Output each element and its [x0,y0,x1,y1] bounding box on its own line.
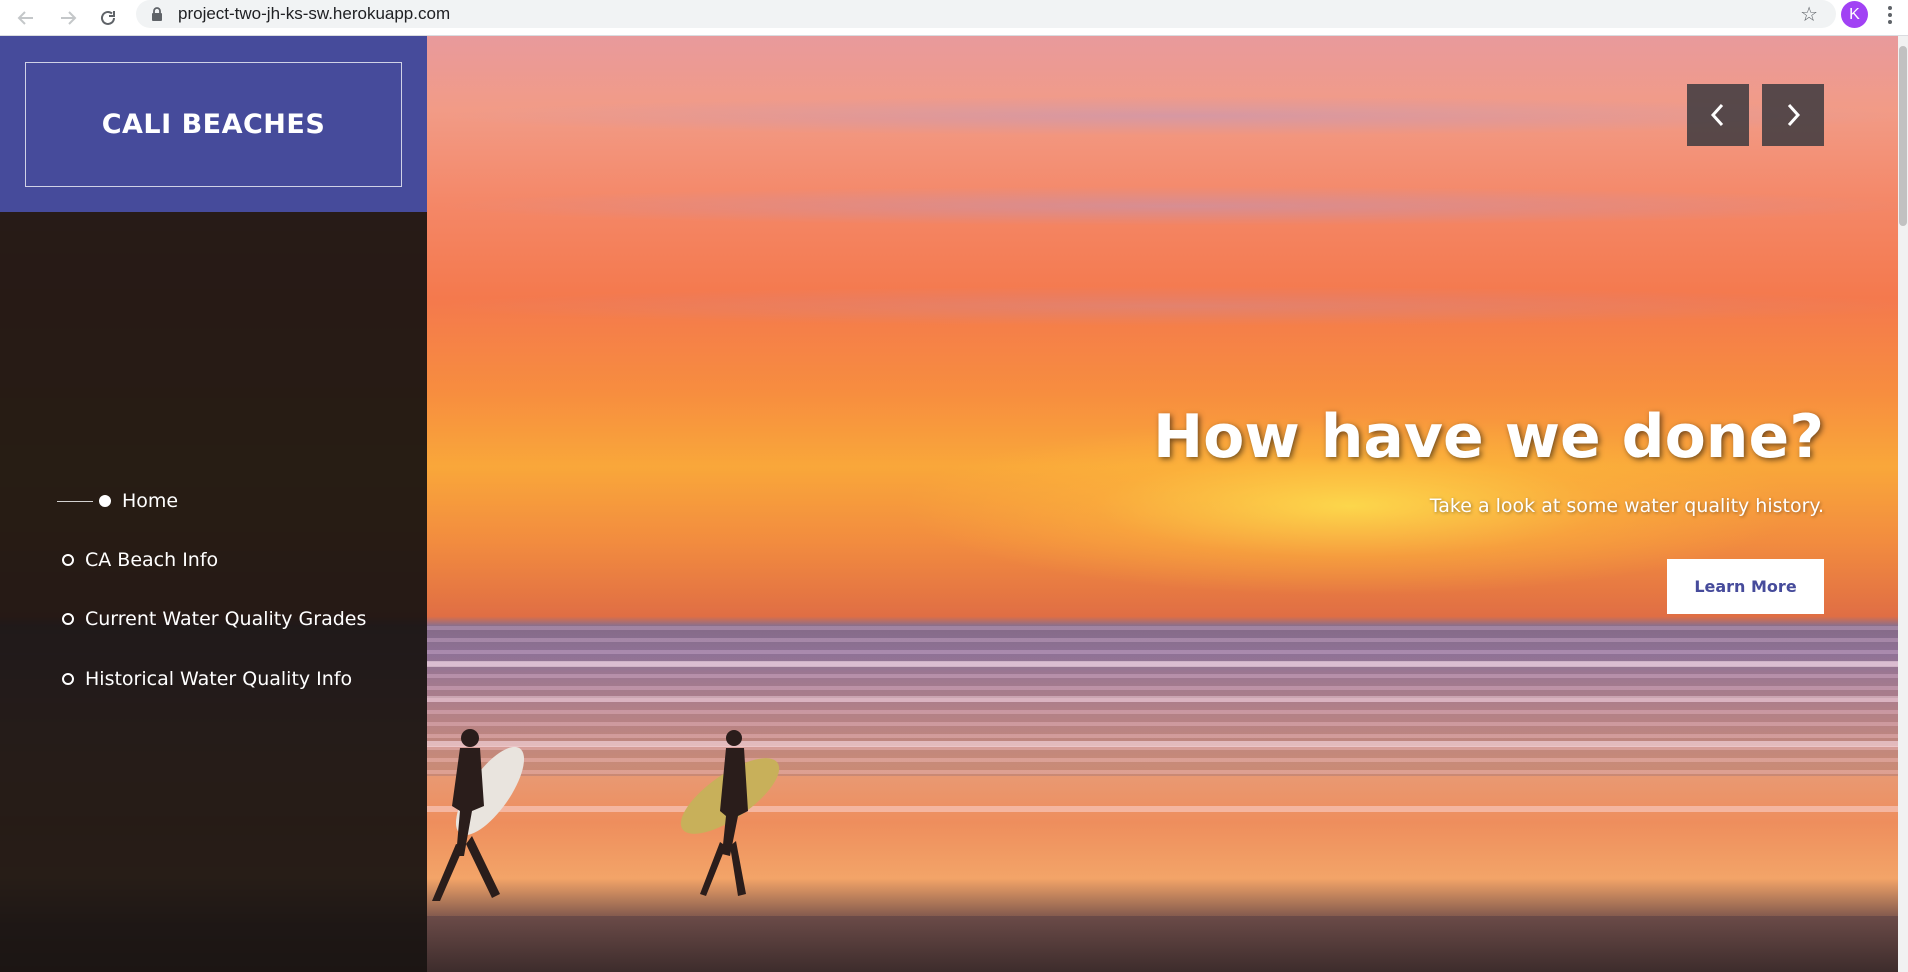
profile-avatar[interactable]: K [1841,1,1868,28]
sidebar-item-label: Home [122,490,179,512]
reload-icon [101,10,115,25]
browser-toolbar: project-two-jh-ks-sw.herokuapp.com ☆ K [0,0,1908,36]
arrow-right-icon [61,11,77,25]
address-bar[interactable]: project-two-jh-ks-sw.herokuapp.com ☆ [136,0,1836,28]
forward-button[interactable] [50,0,86,36]
page-scrollbar[interactable] [1898,36,1908,972]
hero-subtitle: Take a look at some water quality histor… [1429,495,1824,517]
reload-button[interactable] [90,0,126,36]
brand-logo[interactable]: CALI BEACHES [25,62,402,187]
sidebar-item-home[interactable]: Home [57,486,178,516]
scrollbar-thumb[interactable] [1899,46,1907,226]
brand-header: CALI BEACHES [0,36,427,212]
surfer-silhouette-2 [680,730,780,896]
brand-title: CALI BEACHES [101,109,326,140]
dot-icon [62,613,74,625]
lock-icon [150,7,164,21]
carousel-prev-button[interactable] [1687,84,1749,146]
sidebar: CALI BEACHES Home CA Beach Info Current … [0,36,427,972]
kebab-menu-icon[interactable] [1880,4,1900,26]
sidebar-item-label: Current Water Quality Grades [85,608,367,630]
sidebar-item-current-grades[interactable]: Current Water Quality Grades [62,604,366,634]
arrow-left-icon [17,11,33,25]
hero-heading: How have we done? [1152,402,1824,472]
url-text[interactable]: project-two-jh-ks-sw.herokuapp.com [178,4,450,24]
sidebar-item-label: CA Beach Info [85,549,219,571]
chevron-right-icon [1787,103,1801,127]
dot-icon [62,554,74,566]
active-dot-icon [99,495,111,507]
sidebar-item-ca-beach-info[interactable]: CA Beach Info [62,545,218,575]
learn-more-button[interactable]: Learn More [1667,559,1824,614]
beach-shore [427,916,1908,972]
active-indicator-line [57,500,93,502]
page: CALI BEACHES Home CA Beach Info Current … [0,36,1908,972]
sidebar-item-label: Historical Water Quality Info [85,668,353,690]
star-icon[interactable]: ☆ [1800,2,1818,26]
back-button[interactable] [8,0,44,36]
sidebar-item-historical-info[interactable]: Historical Water Quality Info [62,664,352,694]
carousel-next-button[interactable] [1762,84,1824,146]
dot-icon [62,673,74,685]
chevron-left-icon [1710,103,1724,127]
